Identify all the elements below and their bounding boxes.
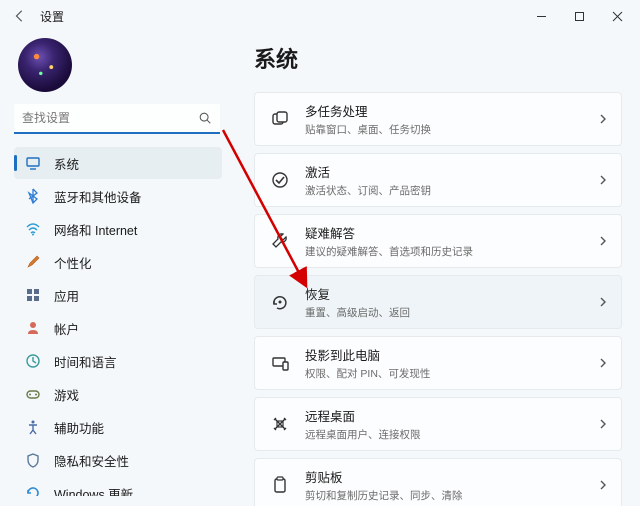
sidebar-item-accessibility[interactable]: 辅助功能 xyxy=(14,411,222,443)
project-icon xyxy=(269,352,291,374)
back-button[interactable] xyxy=(10,6,30,26)
settings-card-project[interactable]: 投影到此电脑 权限、配对 PIN、可发现性 xyxy=(254,336,622,390)
sidebar-item-timelang[interactable]: 时间和语言 xyxy=(14,345,222,377)
card-title: 疑难解答 xyxy=(305,223,597,242)
page-title: 系统 xyxy=(254,42,622,74)
maximize-button[interactable] xyxy=(560,2,598,30)
chevron-right-icon xyxy=(597,235,609,247)
card-desc: 激活状态、订阅、产品密钥 xyxy=(305,183,597,198)
sidebar-item-label: 帐户 xyxy=(54,319,79,338)
person-icon xyxy=(24,319,42,337)
settings-card-troubleshoot[interactable]: 疑难解答 建议的疑难解答、首选项和历史记录 xyxy=(254,214,622,268)
sidebar: 系统 蓝牙和其他设备 网络和 Internet 个性化 应用 帐户 时间和语言 … xyxy=(0,32,232,506)
check-icon xyxy=(269,169,291,191)
sidebar-item-label: 应用 xyxy=(54,286,79,305)
sidebar-item-label: 游戏 xyxy=(54,385,79,404)
card-desc: 权限、配对 PIN、可发现性 xyxy=(305,366,597,381)
sidebar-item-label: 网络和 Internet xyxy=(54,220,137,239)
sidebar-item-gaming[interactable]: 游戏 xyxy=(14,378,222,410)
card-title: 多任务处理 xyxy=(305,101,597,120)
window-title: 设置 xyxy=(40,8,64,25)
settings-card-activation[interactable]: 激活 激活状态、订阅、产品密钥 xyxy=(254,153,622,207)
chevron-right-icon xyxy=(597,418,609,430)
sidebar-item-bluetooth[interactable]: 蓝牙和其他设备 xyxy=(14,180,222,212)
card-title: 恢复 xyxy=(305,284,597,303)
update-icon xyxy=(24,484,42,496)
card-title: 远程桌面 xyxy=(305,406,597,425)
chevron-right-icon xyxy=(597,113,609,125)
sidebar-item-label: 系统 xyxy=(54,154,79,173)
search-input[interactable] xyxy=(14,104,220,134)
minimize-button[interactable] xyxy=(522,2,560,30)
game-icon xyxy=(24,385,42,403)
clipboard-icon xyxy=(269,474,291,496)
sidebar-item-system[interactable]: 系统 xyxy=(14,147,222,179)
chevron-right-icon xyxy=(597,357,609,369)
chevron-right-icon xyxy=(597,174,609,186)
sidebar-item-privacy[interactable]: 隐私和安全性 xyxy=(14,444,222,476)
settings-card-multitask[interactable]: 多任务处理 贴靠窗口、桌面、任务切换 xyxy=(254,92,622,146)
bluetooth-icon xyxy=(24,187,42,205)
card-desc: 重置、高级启动、返回 xyxy=(305,305,597,320)
wifi-icon xyxy=(24,220,42,238)
clock-icon xyxy=(24,352,42,370)
card-title: 剪贴板 xyxy=(305,467,597,486)
settings-card-clipboard[interactable]: 剪贴板 剪切和复制历史记录、同步、清除 xyxy=(254,458,622,506)
search-icon xyxy=(198,111,212,125)
multitask-icon xyxy=(269,108,291,130)
sidebar-item-label: 蓝牙和其他设备 xyxy=(54,187,142,206)
avatar[interactable] xyxy=(18,38,72,92)
sidebar-item-label: 时间和语言 xyxy=(54,352,117,371)
main-panel: 系统 多任务处理 贴靠窗口、桌面、任务切换 激活 激活状态、订阅、产品密钥 疑难… xyxy=(232,32,640,506)
settings-card-remote[interactable]: 远程桌面 远程桌面用户、连接权限 xyxy=(254,397,622,451)
apps-icon xyxy=(24,286,42,304)
chevron-right-icon xyxy=(597,479,609,491)
close-button[interactable] xyxy=(598,2,636,30)
system-icon xyxy=(24,154,42,172)
access-icon xyxy=(24,418,42,436)
sidebar-item-personalize[interactable]: 个性化 xyxy=(14,246,222,278)
card-desc: 贴靠窗口、桌面、任务切换 xyxy=(305,122,597,137)
sidebar-item-label: 个性化 xyxy=(54,253,92,272)
card-desc: 建议的疑难解答、首选项和历史记录 xyxy=(305,244,597,259)
chevron-right-icon xyxy=(597,296,609,308)
sidebar-item-label: Windows 更新 xyxy=(54,484,133,497)
sidebar-item-network[interactable]: 网络和 Internet xyxy=(14,213,222,245)
card-desc: 剪切和复制历史记录、同步、清除 xyxy=(305,488,597,503)
card-desc: 远程桌面用户、连接权限 xyxy=(305,427,597,442)
recovery-icon xyxy=(269,291,291,313)
nav-list: 系统 蓝牙和其他设备 网络和 Internet 个性化 应用 帐户 时间和语言 … xyxy=(14,146,222,496)
search-box[interactable] xyxy=(14,104,220,134)
card-title: 激活 xyxy=(305,162,597,181)
settings-card-recovery[interactable]: 恢复 重置、高级启动、返回 xyxy=(254,275,622,329)
sidebar-item-label: 隐私和安全性 xyxy=(54,451,129,470)
sidebar-item-apps[interactable]: 应用 xyxy=(14,279,222,311)
sidebar-item-label: 辅助功能 xyxy=(54,418,104,437)
brush-icon xyxy=(24,253,42,271)
titlebar: 设置 xyxy=(0,0,640,32)
card-title: 投影到此电脑 xyxy=(305,345,597,364)
wrench-icon xyxy=(269,230,291,252)
sidebar-item-accounts[interactable]: 帐户 xyxy=(14,312,222,344)
remote-icon xyxy=(269,413,291,435)
sidebar-item-update[interactable]: Windows 更新 xyxy=(14,477,222,496)
shield-icon xyxy=(24,451,42,469)
